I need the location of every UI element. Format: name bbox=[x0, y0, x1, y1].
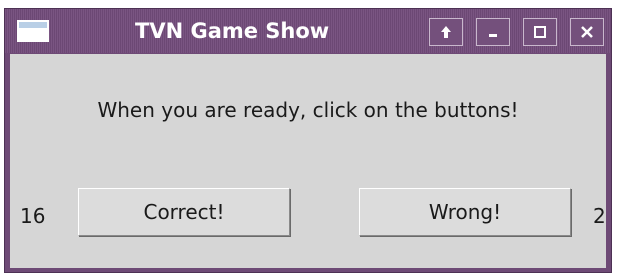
close-button[interactable] bbox=[570, 18, 604, 46]
app-window: TVN Game Show When you are ready, click … bbox=[4, 8, 612, 273]
wrong-button[interactable]: Wrong! bbox=[359, 188, 571, 236]
close-icon bbox=[581, 26, 593, 38]
wrong-count: 2 bbox=[593, 204, 606, 228]
window-title: TVN Game Show bbox=[135, 19, 330, 43]
maximize-button[interactable] bbox=[523, 18, 557, 46]
window-content: When you are ready, click on the buttons… bbox=[10, 54, 606, 268]
shade-button[interactable] bbox=[429, 18, 463, 46]
minimize-icon bbox=[489, 34, 497, 37]
up-arrow-icon bbox=[441, 26, 451, 38]
maximize-icon bbox=[534, 26, 546, 38]
instruction-text: When you are ready, click on the buttons… bbox=[97, 98, 519, 122]
window-icon[interactable] bbox=[17, 20, 49, 42]
correct-count: 16 bbox=[20, 204, 46, 228]
title-bar[interactable]: TVN Game Show bbox=[5, 9, 611, 53]
correct-button[interactable]: Correct! bbox=[78, 188, 290, 236]
minimize-button[interactable] bbox=[476, 18, 510, 46]
